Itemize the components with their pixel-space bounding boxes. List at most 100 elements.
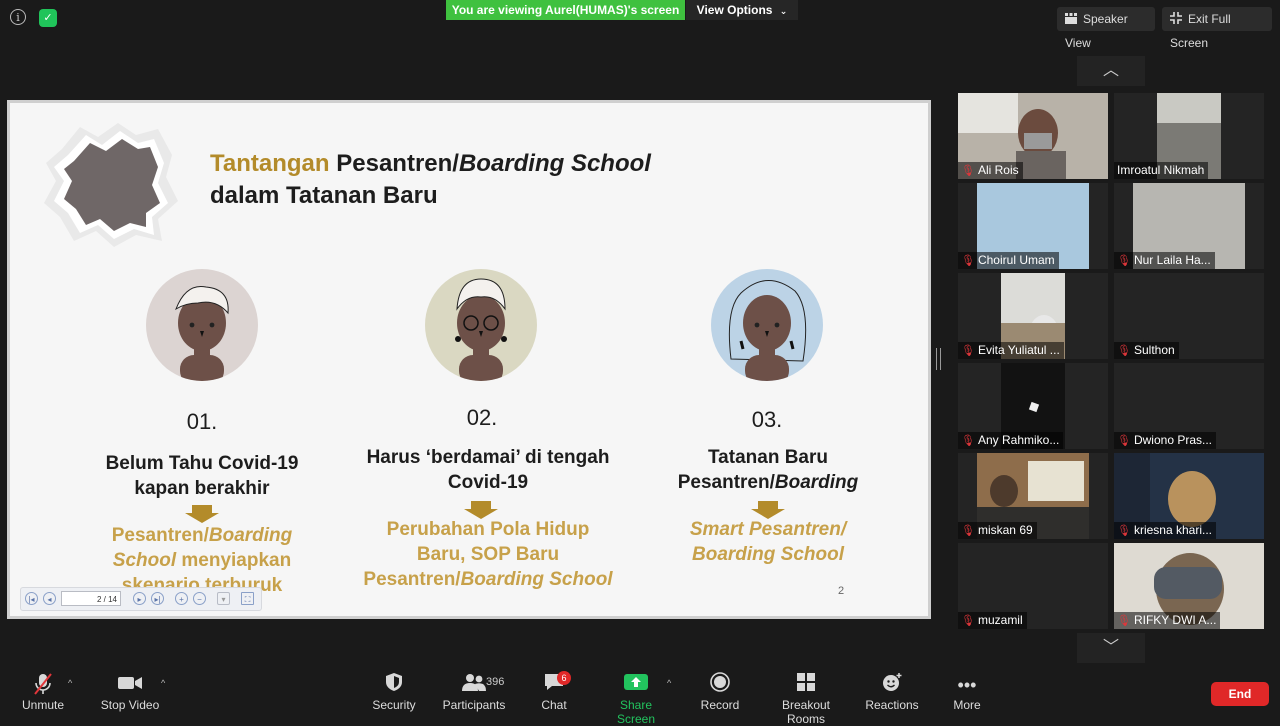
info-icon[interactable]: i — [10, 9, 26, 25]
participant-name-text: Dwiono Pras... — [1133, 433, 1212, 447]
mic-muted-icon — [18, 672, 68, 698]
gallery-scroll-down-button[interactable]: ﹀ — [1077, 633, 1145, 663]
slide-title: Tantangan Pesantren/Boarding School dala… — [210, 148, 651, 212]
participants-icon: 396 — [440, 672, 508, 698]
participant-tile[interactable]: 🎙 miskan 69 — [958, 453, 1108, 539]
mic-muted-icon: 🎙 — [1117, 255, 1131, 267]
participant-tile[interactable]: 🎙 RIFKY DWI A... — [1114, 543, 1264, 629]
slide-page-number: 2 — [838, 585, 845, 597]
participant-tile[interactable]: 🎙 Ali Rois — [958, 93, 1108, 179]
subtext-1-line-1b: Boarding — [208, 525, 293, 546]
heading-2-line-2: Covid-19 — [447, 472, 529, 493]
end-meeting-button[interactable]: End — [1211, 682, 1269, 706]
mic-muted-icon: 🎙 — [1117, 615, 1131, 627]
subtext-2-line-1: Perubahan Pola Hidup — [386, 519, 590, 540]
panel-resize-handle[interactable] — [936, 348, 941, 370]
audio-options-caret[interactable]: ^ — [68, 678, 72, 688]
video-camera-icon — [98, 672, 162, 698]
torn-paper-graphic — [44, 123, 178, 247]
mic-muted-icon: 🎙 — [1117, 525, 1131, 537]
participant-tile[interactable]: 🎙 Sulthon — [1114, 273, 1264, 359]
participant-tile[interactable]: 🎙 muzamil — [958, 543, 1108, 629]
shield-check-icon[interactable]: ✓ — [39, 9, 57, 27]
share-screen-button[interactable]: Share Screen — [600, 672, 672, 726]
participants-button[interactable]: 396 Participants — [440, 672, 508, 712]
participant-tile[interactable]: 🎙 Choirul Umam — [958, 183, 1108, 269]
reactions-button[interactable]: Reactions — [864, 672, 920, 712]
stop-video-label: Stop Video — [100, 698, 160, 712]
chat-label: Chat — [541, 698, 567, 712]
participant-name: Imroatul Nikmah — [1114, 162, 1209, 179]
participant-name: 🎙 Choirul Umam — [958, 252, 1059, 269]
more-button[interactable]: ••• More — [945, 672, 989, 712]
exit-full-screen-icon — [1170, 8, 1182, 24]
participant-tile[interactable]: 🎙 Evita Yuliatul ... — [958, 273, 1108, 359]
participant-name-text: Ali Rois — [977, 163, 1019, 177]
gallery-scroll-up-button[interactable]: ︿ — [1077, 56, 1145, 86]
record-button[interactable]: Record — [698, 672, 742, 712]
video-options-caret[interactable]: ^ — [161, 678, 165, 688]
breakout-rooms-icon — [762, 672, 850, 698]
mic-muted-icon: 🎙 — [961, 525, 975, 537]
shared-screen: Tantangan Pesantren/Boarding School dala… — [7, 100, 931, 619]
participant-tile[interactable]: 🎙 kriesna khari... — [1114, 453, 1264, 539]
zoom-in-icon[interactable]: + — [175, 592, 188, 605]
last-page-icon[interactable]: ▸| — [151, 592, 164, 605]
title-word-1: Tantangan — [210, 150, 330, 177]
mic-muted-icon: 🎙 — [961, 615, 975, 627]
subtext-2-line-3a: Pesantren/ — [363, 569, 461, 590]
participant-name-text: kriesna khari... — [1133, 523, 1212, 537]
subtext-2-line-3b: Boarding School — [460, 569, 613, 590]
zoom-out-icon[interactable]: − — [193, 592, 206, 605]
mic-muted-icon: 🎙 — [961, 435, 975, 447]
column-heading-1: Belum Tahu Covid-19 kapan berakhir — [80, 451, 324, 501]
chevron-up-icon: ︿ — [1102, 62, 1119, 79]
share-screen-label: Share Screen — [616, 698, 656, 726]
participant-name-text: Evita Yuliatul ... — [977, 343, 1060, 357]
heading-1-line-2: kapan berakhir — [134, 478, 270, 499]
participant-tile[interactable]: 🎙 Dwiono Pras... — [1114, 363, 1264, 449]
shield-icon — [370, 672, 418, 698]
participant-name-text: Any Rahmiko... — [977, 433, 1060, 447]
record-icon — [698, 672, 742, 698]
participant-name: 🎙 miskan 69 — [958, 522, 1037, 539]
speaker-view-button[interactable]: Speaker View — [1057, 7, 1155, 50]
pdf-toolbar: |◂ ◂ 2 / 14 ▸ ▸| + − ▾ ⛶ — [20, 587, 262, 611]
participant-name-text: Imroatul Nikmah — [1117, 163, 1205, 177]
heading-3-line-2b: Boarding — [774, 472, 859, 493]
participant-name: 🎙 Nur Laila Ha... — [1114, 252, 1215, 269]
stop-video-button[interactable]: Stop Video — [98, 672, 162, 712]
page-number-field[interactable]: 2 / 14 — [61, 591, 121, 606]
first-page-icon[interactable]: |◂ — [25, 592, 38, 605]
participant-name-text: Choirul Umam — [977, 253, 1055, 267]
fit-page-icon[interactable]: ⛶ — [241, 592, 254, 605]
more-dots-icon: ••• — [957, 675, 977, 695]
unmute-label: Unmute — [21, 698, 65, 712]
subtext-3-line-1: Smart Pesantren/ — [689, 519, 847, 540]
column-subtext-3: Smart Pesantren/ Boarding School — [650, 517, 886, 567]
participant-tile[interactable]: 🎙 Any Rahmiko... — [958, 363, 1108, 449]
view-options-label: View Options — [696, 3, 773, 17]
smiley-plus-icon — [864, 672, 920, 698]
heading-3-line-2a: Pesantren/ — [677, 472, 775, 493]
participant-name-text: RIFKY DWI A... — [1133, 613, 1217, 627]
security-button[interactable]: Security — [370, 672, 418, 712]
breakout-rooms-label: Breakout Rooms — [781, 698, 831, 726]
view-options-button[interactable]: View Options ⌄ — [686, 0, 798, 20]
column-heading-2: Harus ‘berdamai’ di tengah Covid-19 — [350, 445, 626, 495]
unmute-button[interactable]: Unmute — [18, 672, 68, 712]
next-page-icon[interactable]: ▸ — [133, 592, 146, 605]
mic-muted-icon: 🎙 — [961, 345, 975, 357]
exit-full-screen-button[interactable]: Exit Full Screen — [1162, 7, 1272, 50]
column-heading-3: Tatanan Baru Pesantren/Boarding — [650, 445, 886, 495]
participant-tile[interactable]: 🎙 Nur Laila Ha... — [1114, 183, 1264, 269]
subtext-1-line-2b: menyiapkan — [176, 550, 292, 571]
participant-tile[interactable]: Imroatul Nikmah — [1114, 93, 1264, 179]
breakout-rooms-button[interactable]: Breakout Rooms — [762, 672, 850, 726]
previous-page-icon[interactable]: ◂ — [43, 592, 56, 605]
title-word-3: Boarding School — [458, 150, 651, 177]
heading-1-line-1: Belum Tahu Covid-19 — [105, 453, 299, 474]
zoom-menu-icon[interactable]: ▾ — [217, 592, 230, 605]
share-options-caret[interactable]: ^ — [667, 678, 671, 688]
security-label: Security — [372, 698, 416, 712]
